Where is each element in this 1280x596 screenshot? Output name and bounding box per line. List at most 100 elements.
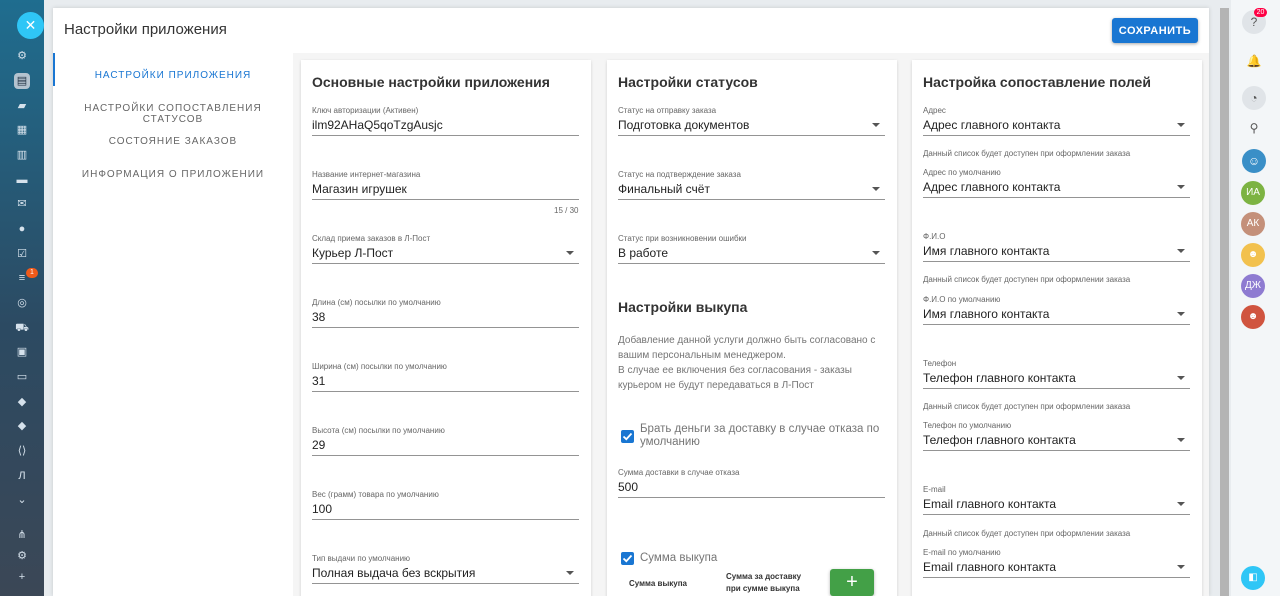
chevron-down-icon[interactable] — [1177, 376, 1185, 380]
field-value: Подготовка документов — [618, 118, 750, 132]
code-icon[interactable]: ⟨⟩ — [14, 443, 30, 459]
chevron-down-icon[interactable] — [1177, 565, 1185, 569]
contact-center-icon[interactable]: ▣ — [14, 344, 30, 360]
chevron-down-icon[interactable] — [566, 251, 574, 255]
avatar[interactable]: АК — [1241, 212, 1265, 236]
field-value: 500 — [618, 480, 639, 494]
box-icon-2[interactable]: ◆ — [14, 418, 30, 434]
box-icon[interactable]: ◆ — [14, 394, 30, 410]
field-value: Адрес главного контакта — [923, 180, 1061, 194]
avatar-photo[interactable]: ☻ — [1241, 243, 1265, 267]
document-icon[interactable]: ▥ — [14, 147, 30, 163]
tab-app-settings[interactable]: НАСТРОЙКИ ПРИЛОЖЕНИЯ — [53, 70, 293, 81]
cart-icon[interactable]: ⛟ — [14, 320, 30, 336]
avatar[interactable]: ДЖ — [1241, 274, 1265, 298]
chevron-down-icon[interactable] — [872, 187, 880, 191]
auth-key-field[interactable]: Ключ авторизации (Активен) ilm92AHaQ5qoT… — [312, 106, 579, 136]
fio-select[interactable]: Ф.И.О Имя главного контакта — [923, 232, 1190, 262]
tab-app-info[interactable]: ИНФОРМАЦИЯ О ПРИЛОЖЕНИИ — [53, 169, 293, 180]
feed-icon[interactable]: ▤ — [14, 73, 30, 89]
char-counter: 15 / 30 — [554, 206, 579, 215]
chevron-down-icon[interactable] — [1177, 438, 1185, 442]
robot-icon[interactable]: ▭ — [14, 369, 30, 385]
info-line: Добавление данной услуги должно быть сог… — [618, 335, 876, 346]
chevron-down-icon[interactable] — [872, 123, 880, 127]
field-label: E-mail — [923, 485, 946, 494]
add-row-button[interactable]: + — [830, 569, 874, 596]
chevron-down-icon[interactable] — [1177, 312, 1185, 316]
field-label: Телефон по умолчанию — [923, 421, 1012, 430]
shop-name-field[interactable]: Название интернет-магазина Магазин игруш… — [312, 170, 579, 200]
group-chat-icon[interactable]: ☺ — [1242, 149, 1266, 173]
warehouse-select[interactable]: Склад приема заказов в Л-Пост Курьер Л-П… — [312, 234, 579, 264]
chevron-down-icon[interactable] — [1177, 249, 1185, 253]
default-email-select[interactable]: E-mail по умолчанию Email главного конта… — [923, 548, 1190, 578]
tasks-icon[interactable]: ☑ — [14, 246, 30, 262]
chevron-down-icon[interactable] — [872, 251, 880, 255]
calendar-icon[interactable]: ▦ — [14, 122, 30, 138]
error-status-select[interactable]: Статус при возникновении ошибки В работе — [618, 234, 885, 264]
email-select[interactable]: E-mail Email главного контакта — [923, 485, 1190, 515]
field-label: Статус на отправку заказа — [618, 106, 717, 115]
support-icon[interactable]: ◧ — [1241, 566, 1265, 590]
close-icon[interactable]: ✕ — [17, 12, 44, 39]
widget-icon[interactable]: ⚙ — [14, 48, 30, 64]
settings-panel: Настройки приложения СОХРАНИТЬ НАСТРОЙКИ… — [53, 8, 1209, 596]
length-field[interactable]: Длина (см) посылки по умолчанию 38 — [312, 298, 579, 328]
chevron-down-icon[interactable] — [1177, 502, 1185, 506]
send-status-select[interactable]: Статус на отправку заказа Подготовка док… — [618, 106, 885, 136]
buyout-sum-label: Сумма выкупа — [640, 552, 718, 564]
chat-search-icon[interactable]: ◔ — [1242, 86, 1266, 110]
weight-field[interactable]: Вес (грамм) товара по умолчанию 100 — [312, 490, 579, 520]
mail-icon[interactable]: ✉ — [14, 196, 30, 212]
chat-icon[interactable]: ▰ — [14, 98, 30, 114]
default-fio-select[interactable]: Ф.И.О по умолчанию Имя главного контакта — [923, 295, 1190, 325]
field-label: Название интернет-магазина — [312, 170, 421, 179]
width-field[interactable]: Ширина (см) посылки по умолчанию 31 — [312, 362, 579, 392]
confirm-status-select[interactable]: Статус на подтверждение заказа Финальный… — [618, 170, 885, 200]
address-select[interactable]: Адрес Адрес главного контакта — [923, 106, 1190, 136]
column-header-delivery: Сумма за доставку при сумме выкупа — [726, 571, 801, 595]
basic-settings-card: Основные настройки приложения Ключ автор… — [301, 60, 591, 596]
avatar[interactable]: ИА — [1241, 181, 1265, 205]
bell-icon[interactable]: 🔔 — [1242, 49, 1266, 73]
avatar-photo[interactable]: ☻ — [1241, 305, 1265, 329]
chevron-down-icon[interactable] — [1177, 123, 1185, 127]
tab-status-mapping[interactable]: НАСТРОЙКИ СОПОСТАВЛЕНИЯ СТАТУСОВ — [53, 103, 293, 125]
delivery-type-select[interactable]: Тип выдачи по умолчанию Полная выдача бе… — [312, 554, 579, 584]
contacts-icon[interactable]: ● — [14, 221, 30, 237]
field-value: Телефон главного контакта — [923, 371, 1076, 385]
field-value: Имя главного контакта — [923, 307, 1050, 321]
field-label: Сумма доставки в случае отказа — [618, 468, 740, 477]
scrollbar[interactable] — [1220, 8, 1229, 596]
chevron-down-icon[interactable] — [1177, 185, 1185, 189]
target-icon[interactable]: ◎ — [14, 295, 30, 311]
refusal-fee-checkbox[interactable] — [621, 430, 634, 443]
left-sidebar: ✕ ⚙ ▤ ▰ ▦ ▥ ▬ ✉ ● ☑ ≡ 1 ◎ ⛟ ▣ ▭ ◆ ◆ ⟨⟩ Л… — [0, 0, 44, 596]
add-icon[interactable]: + — [14, 569, 30, 585]
help-badge: 20 — [1254, 8, 1267, 17]
lpost-icon[interactable]: Л — [14, 468, 30, 484]
field-value: 29 — [312, 438, 326, 452]
height-field[interactable]: Высота (см) посылки по умолчанию 29 — [312, 426, 579, 456]
default-phone-select[interactable]: Телефон по умолчанию Телефон главного ко… — [923, 421, 1190, 451]
default-address-select[interactable]: Адрес по умолчанию Адрес главного контак… — [923, 168, 1190, 198]
sitemap-icon[interactable]: ⋔ — [14, 527, 30, 543]
drive-icon[interactable]: ▬ — [14, 172, 30, 188]
tab-order-status[interactable]: СОСТОЯНИЕ ЗАКАЗОВ — [53, 136, 293, 147]
refusal-amount-field[interactable]: Сумма доставки в случае отказа 500 — [618, 468, 885, 498]
save-button[interactable]: СОХРАНИТЬ — [1112, 18, 1198, 43]
column-header-sum: Сумма выкупа — [629, 579, 688, 588]
settings-icon[interactable]: ⚙ — [14, 548, 30, 564]
field-hint: Данный список будет доступен при оформле… — [923, 529, 1131, 538]
field-value: 31 — [312, 374, 326, 388]
field-value: Телефон главного контакта — [923, 433, 1076, 447]
phone-select[interactable]: Телефон Телефон главного контакта — [923, 359, 1190, 389]
field-value: Имя главного контакта — [923, 244, 1050, 258]
field-label: Высота (см) посылки по умолчанию — [312, 426, 445, 435]
buyout-sum-checkbox[interactable] — [621, 552, 634, 565]
search-icon[interactable]: ⚲ — [1242, 116, 1266, 140]
field-label: Склад приема заказов в Л-Пост — [312, 234, 431, 243]
more-icon[interactable]: ⌄ — [14, 492, 30, 508]
chevron-down-icon[interactable] — [566, 571, 574, 575]
